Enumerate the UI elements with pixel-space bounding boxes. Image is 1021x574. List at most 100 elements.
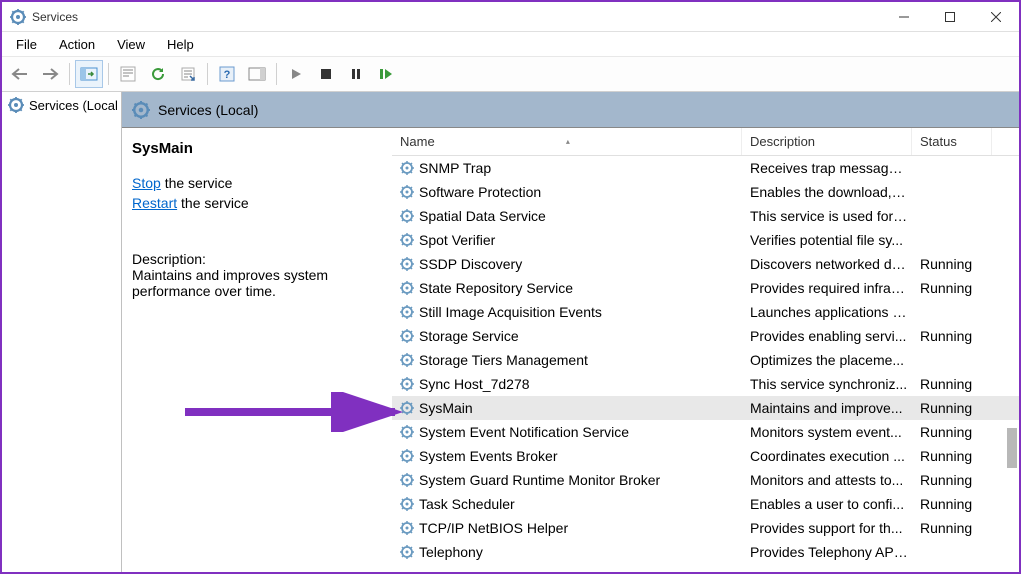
service-name-text: SSDP Discovery (419, 256, 522, 272)
service-name-cell: Spot Verifier (392, 232, 742, 248)
action-pane-button[interactable] (243, 60, 271, 88)
service-row[interactable]: SysMain Maintains and improve...Running (392, 396, 1019, 420)
service-name-text: SysMain (419, 400, 473, 416)
service-desc-cell: Provides required infras... (742, 280, 912, 296)
service-row[interactable]: TCP/IP NetBIOS Helper Provides support fo… (392, 516, 1019, 540)
details-pane: SysMain Stop the service Restart the ser… (122, 128, 392, 572)
service-desc-cell: Maintains and improve... (742, 400, 912, 416)
service-row[interactable]: System Event Notification Service Monitor… (392, 420, 1019, 444)
service-desc-cell: Enables a user to confi... (742, 496, 912, 512)
column-header-name[interactable]: Name▴ (392, 128, 742, 155)
refresh-button[interactable] (144, 60, 172, 88)
service-row[interactable]: Spatial Data ServiceThis service is used… (392, 204, 1019, 228)
toolbar-separator (276, 63, 277, 85)
service-status-cell: Running (912, 496, 992, 512)
service-row[interactable]: Storage ServiceProvides enabling servi..… (392, 324, 1019, 348)
service-name-text: Storage Tiers Management (419, 352, 588, 368)
sort-indicator-icon: ▴ (566, 137, 570, 146)
service-name-text: SNMP Trap (419, 160, 491, 176)
service-row[interactable]: Sync Host_7d278This service synchroniz..… (392, 372, 1019, 396)
service-name-text: Spatial Data Service (419, 208, 546, 224)
service-icon (400, 257, 414, 271)
service-row[interactable]: System Events BrokerCoordinates executio… (392, 444, 1019, 468)
stop-suffix: the service (161, 175, 233, 191)
service-status-cell: Running (912, 400, 992, 416)
pause-service-button[interactable] (342, 60, 370, 88)
service-name-text: Storage Service (419, 328, 519, 344)
scrollbar-thumb[interactable] (1007, 428, 1017, 468)
stop-service-button[interactable] (312, 60, 340, 88)
minimize-button[interactable] (881, 2, 927, 32)
column-header-description[interactable]: Description (742, 128, 912, 155)
service-icon (400, 497, 414, 511)
service-name-cell: Task Scheduler (392, 496, 742, 512)
service-desc-cell: Monitors system event... (742, 424, 912, 440)
start-service-button[interactable] (282, 60, 310, 88)
properties-button[interactable] (114, 60, 142, 88)
service-name-text: System Event Notification Service (419, 424, 629, 440)
service-name-cell: TCP/IP NetBIOS Helper (392, 520, 742, 536)
service-name-text: TCP/IP NetBIOS Helper (419, 520, 568, 536)
window-title: Services (32, 10, 881, 24)
service-desc-cell: Receives trap messages... (742, 160, 912, 176)
service-desc-cell: Verifies potential file sy... (742, 232, 912, 248)
menu-action[interactable]: Action (49, 34, 105, 55)
service-name-text: Task Scheduler (419, 496, 515, 512)
service-name-cell: System Events Broker (392, 448, 742, 464)
service-icon (400, 449, 414, 463)
tree-node-label: Services (Local (29, 98, 118, 113)
service-row[interactable]: TelephonyProvides Telephony API ... (392, 540, 1019, 564)
console-tree[interactable]: Services (Local (2, 92, 122, 572)
restart-service-button[interactable] (372, 60, 400, 88)
service-name-cell: Sync Host_7d278 (392, 376, 742, 392)
help-button[interactable]: ? (213, 60, 241, 88)
services-header-icon (132, 101, 150, 119)
service-desc-cell: Provides support for th... (742, 520, 912, 536)
stop-service-link[interactable]: Stop (132, 175, 161, 191)
service-desc-cell: Optimizes the placeme... (742, 352, 912, 368)
service-name-text: System Guard Runtime Monitor Broker (419, 472, 660, 488)
menu-help[interactable]: Help (157, 34, 204, 55)
restart-service-link[interactable]: Restart (132, 195, 177, 211)
service-icon (400, 377, 414, 391)
service-name-cell: Spatial Data Service (392, 208, 742, 224)
service-name-cell: Still Image Acquisition Events (392, 304, 742, 320)
description-text: Maintains and improves system performanc… (132, 267, 382, 299)
export-list-button[interactable] (174, 60, 202, 88)
menu-bar: File Action View Help (2, 32, 1019, 56)
maximize-button[interactable] (927, 2, 973, 32)
description-label: Description: (132, 251, 382, 267)
content-header-title: Services (Local) (158, 102, 258, 118)
service-row[interactable]: Task Scheduler Enables a user to confi...… (392, 492, 1019, 516)
menu-view[interactable]: View (107, 34, 155, 55)
show-hide-console-tree-button[interactable] (75, 60, 103, 88)
service-icon (400, 185, 414, 199)
service-status-cell: Running (912, 424, 992, 440)
services-icon (8, 97, 24, 113)
app-icon (10, 9, 26, 25)
service-status-cell: Running (912, 472, 992, 488)
close-button[interactable] (973, 2, 1019, 32)
back-button[interactable] (6, 60, 34, 88)
services-list[interactable]: Name▴ Description Status SNMP Trap Receiv… (392, 128, 1019, 572)
service-desc-cell: Provides Telephony API ... (742, 544, 912, 560)
service-icon (400, 209, 414, 223)
service-row[interactable]: SSDP DiscoveryDiscovers networked de...R… (392, 252, 1019, 276)
tree-node-services-local[interactable]: Services (Local (2, 92, 121, 118)
toolbar-separator (69, 63, 70, 85)
service-row[interactable]: Storage Tiers Management Optimizes the pl… (392, 348, 1019, 372)
service-row[interactable]: Still Image Acquisition EventsLaunches a… (392, 300, 1019, 324)
service-icon (400, 233, 414, 247)
service-name-text: Software Protection (419, 184, 541, 200)
service-row[interactable]: Spot VerifierVerifies potential file sy.… (392, 228, 1019, 252)
menu-file[interactable]: File (6, 34, 47, 55)
service-icon (400, 401, 414, 415)
service-row[interactable]: Software ProtectionEnables the download,… (392, 180, 1019, 204)
service-row[interactable]: System Guard Runtime Monitor BrokerMonit… (392, 468, 1019, 492)
forward-button[interactable] (36, 60, 64, 88)
service-row[interactable]: SNMP Trap Receives trap messages... (392, 156, 1019, 180)
service-row[interactable]: State Repository ServiceProvides require… (392, 276, 1019, 300)
column-header-status[interactable]: Status (912, 128, 992, 155)
service-icon (400, 521, 414, 535)
toolbar: ? (2, 56, 1019, 92)
